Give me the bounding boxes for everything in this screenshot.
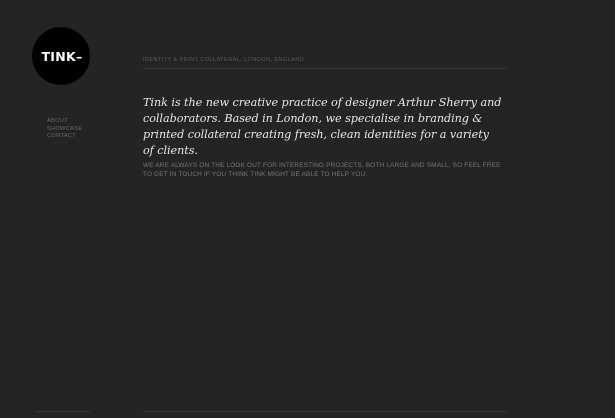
logo-wordmark: TINK– <box>41 49 83 64</box>
sidebar-nav: ABOUT SHOWCASE CONTACT <box>47 118 82 141</box>
footer-divider-left <box>36 411 90 412</box>
header-divider <box>143 68 507 69</box>
nav-item-showcase[interactable]: SHOWCASE <box>47 126 82 134</box>
contact-note: WE ARE ALWAYS ON THE LOOK OUT FOR INTERE… <box>143 162 501 179</box>
page: TINK– ABOUT SHOWCASE CONTACT IDENTITY & … <box>0 0 615 418</box>
logo-link[interactable]: TINK– <box>32 27 90 85</box>
nav-item-about[interactable]: ABOUT <box>47 118 82 126</box>
page-tagline: IDENTITY & PRINT COLLATERAL, LONDON, ENG… <box>143 57 305 63</box>
intro-paragraph: Tink is the new creative practice of des… <box>143 96 502 157</box>
nav-item-contact[interactable]: CONTACT <box>47 133 82 141</box>
footer-divider-main <box>143 411 507 412</box>
